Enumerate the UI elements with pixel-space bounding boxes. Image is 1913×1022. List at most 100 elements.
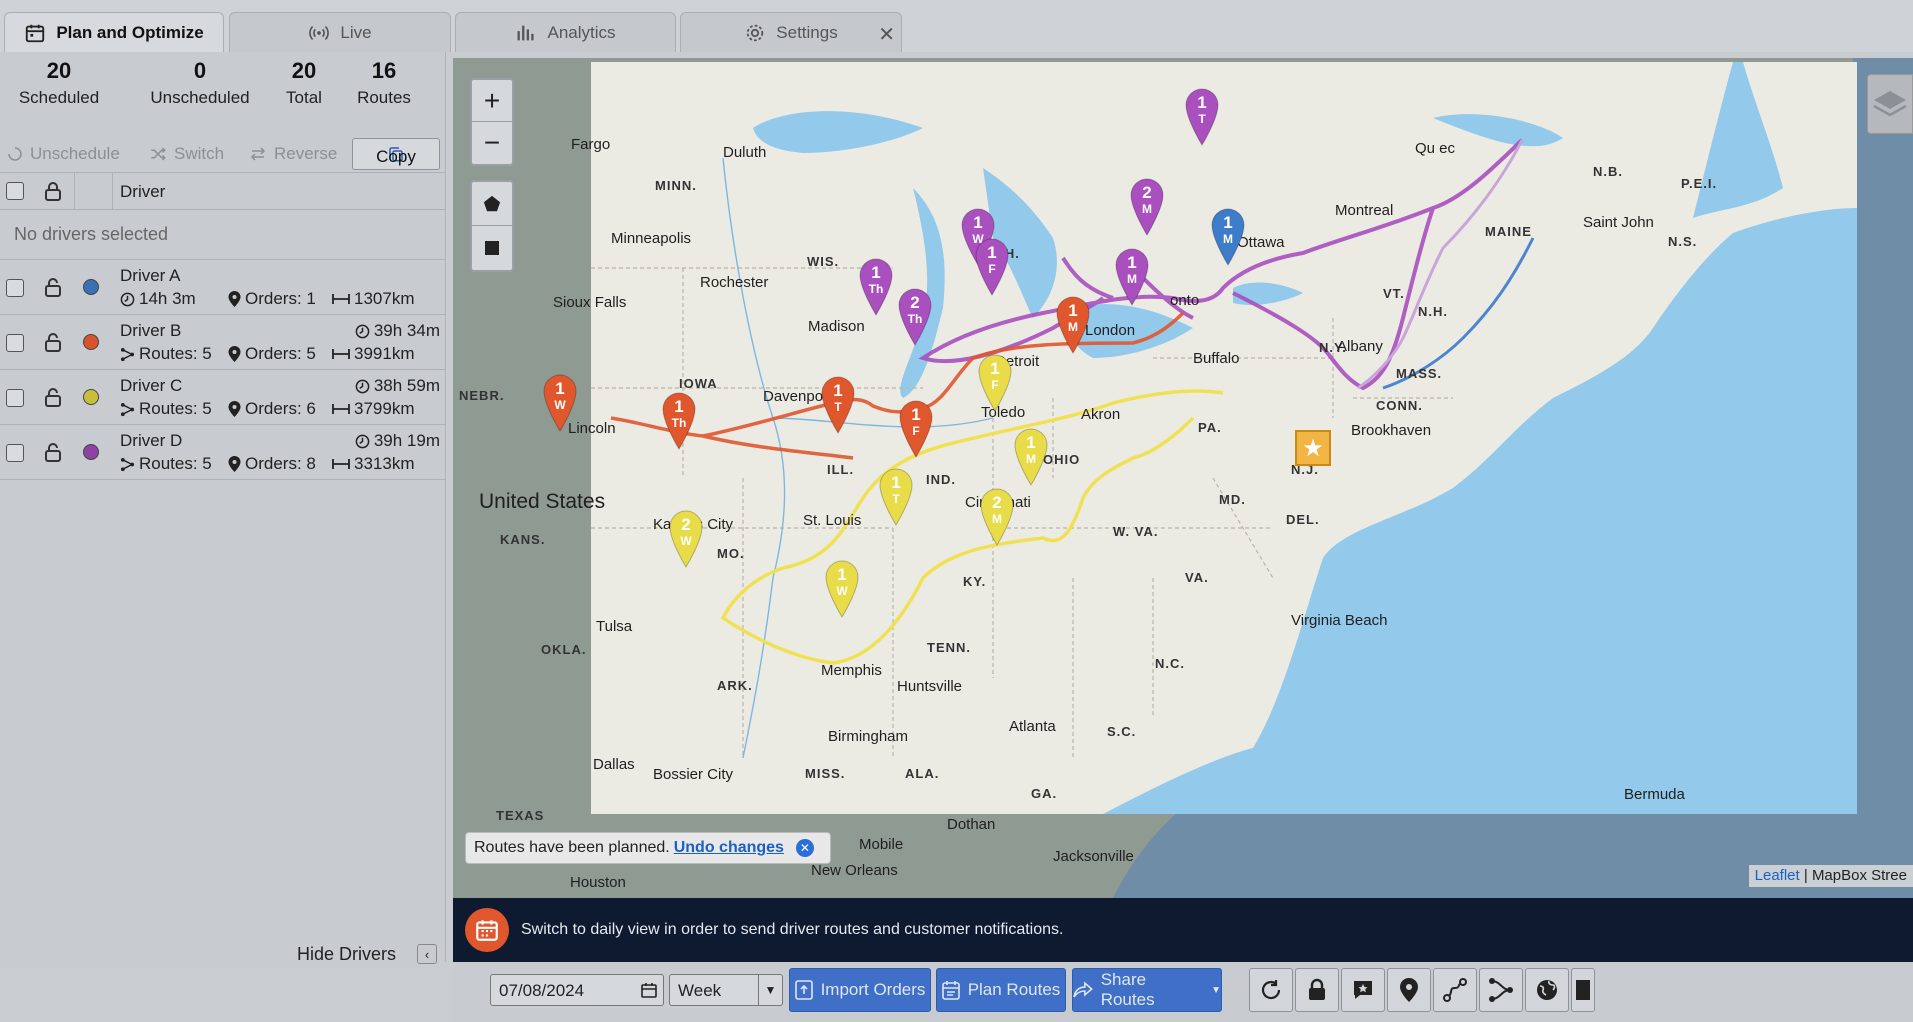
map-view[interactable]: Fargo Duluth MINN. Minneapolis WIS. MICH… bbox=[453, 58, 1913, 898]
lock-button[interactable] bbox=[1295, 968, 1339, 1012]
period-select[interactable]: Week ▼ bbox=[669, 974, 783, 1006]
route-marker[interactable]: 1M bbox=[1211, 208, 1245, 266]
tab-plan-and-optimize[interactable]: Plan and Optimize bbox=[4, 12, 224, 52]
calendar-icon[interactable] bbox=[641, 982, 657, 998]
unlock-icon[interactable] bbox=[45, 442, 61, 462]
refresh-button[interactable] bbox=[1249, 968, 1293, 1012]
close-icon[interactable]: ✕ bbox=[795, 839, 814, 857]
route-button[interactable] bbox=[1433, 968, 1477, 1012]
state-label: OKLA. bbox=[541, 642, 587, 657]
route-marker[interactable]: 1W bbox=[543, 374, 577, 432]
unschedule-label: Unschedule bbox=[30, 144, 120, 163]
driver-color-dot[interactable] bbox=[83, 279, 99, 295]
map-pin-icon bbox=[1400, 978, 1418, 1002]
stat-routes: 16 Routes bbox=[348, 58, 420, 108]
zoom-out-button[interactable]: − bbox=[472, 122, 512, 164]
driver-checkbox[interactable] bbox=[6, 389, 24, 407]
depot-star-icon[interactable]: ★ bbox=[1295, 430, 1331, 466]
reverse-button[interactable]: Reverse bbox=[248, 144, 337, 164]
route-marker[interactable]: 1F bbox=[975, 238, 1009, 296]
route-marker[interactable]: 1M bbox=[1115, 248, 1149, 306]
globe-button[interactable] bbox=[1525, 968, 1569, 1012]
close-icon[interactable]: ✕ bbox=[878, 22, 895, 47]
city-label: Rochester bbox=[700, 274, 769, 291]
state-label: CONN. bbox=[1376, 398, 1423, 413]
date-field[interactable]: 07/08/2024 bbox=[490, 974, 664, 1006]
state-label: N.H. bbox=[1418, 304, 1448, 319]
driver-row-c[interactable]: Driver C 38h 59m Routes: 5 Orders: 6 379… bbox=[0, 370, 446, 425]
draw-rectangle-button[interactable] bbox=[472, 226, 512, 270]
stat-value: 20 bbox=[46, 58, 72, 83]
driver-color-dot[interactable] bbox=[83, 334, 99, 350]
orders-value: Orders: 6 bbox=[245, 399, 316, 418]
caret-down-icon: ▼ bbox=[1211, 984, 1221, 996]
route-marker[interactable]: 1T bbox=[821, 376, 855, 434]
route-marker[interactable]: 2M bbox=[1130, 178, 1164, 236]
city-label: onto bbox=[1170, 292, 1200, 309]
route-marker[interactable]: 1F bbox=[899, 400, 933, 458]
driver-row-b[interactable]: Driver B 39h 34m Routes: 5 Orders: 5 399… bbox=[0, 315, 446, 370]
driver-checkbox[interactable] bbox=[6, 444, 24, 462]
lock-icon[interactable] bbox=[45, 181, 61, 201]
date-value: 07/08/2024 bbox=[499, 981, 585, 1000]
locations-button[interactable] bbox=[1387, 968, 1431, 1012]
panel-toggle-button[interactable] bbox=[1571, 968, 1595, 1012]
driver-checkbox[interactable] bbox=[6, 334, 24, 352]
state-label: KY. bbox=[963, 574, 987, 589]
distance-icon bbox=[332, 349, 350, 359]
unlock-icon[interactable] bbox=[45, 277, 61, 297]
tab-settings[interactable]: Settings ✕ bbox=[680, 12, 902, 52]
route-marker[interactable]: 1F bbox=[978, 354, 1012, 412]
unlock-icon[interactable] bbox=[45, 387, 61, 407]
chevron-left-icon[interactable]: ‹ bbox=[417, 944, 437, 964]
driver-color-dot[interactable] bbox=[83, 444, 99, 460]
tab-analytics[interactable]: Analytics bbox=[455, 12, 676, 52]
hide-drivers-label[interactable]: Hide Drivers bbox=[297, 944, 396, 965]
notes-button[interactable] bbox=[1341, 968, 1385, 1012]
route-marker[interactable]: 1 Th bbox=[662, 392, 696, 450]
unschedule-button[interactable]: Unschedule bbox=[6, 144, 120, 164]
driver-routes: Routes: 5 bbox=[120, 454, 212, 474]
route-marker[interactable]: 1 Th bbox=[859, 258, 893, 316]
share-routes-button[interactable]: Share Routes ▼ bbox=[1072, 968, 1222, 1012]
route-marker[interactable]: 1W bbox=[825, 560, 859, 618]
select-all-checkbox[interactable] bbox=[6, 182, 24, 200]
leaflet-link[interactable]: Leaflet bbox=[1755, 867, 1800, 884]
route-marker[interactable]: 1T bbox=[879, 468, 913, 526]
zoom-in-button[interactable]: + bbox=[472, 80, 512, 122]
route-marker[interactable]: 2W bbox=[669, 510, 703, 568]
draw-polygon-button[interactable] bbox=[472, 182, 512, 226]
switch-button[interactable]: Switch bbox=[148, 144, 224, 164]
state-label: ARK. bbox=[717, 678, 753, 693]
tab-label: Plan and Optimize bbox=[56, 22, 204, 42]
marker-day: M bbox=[1223, 232, 1233, 246]
tab-live[interactable]: Live bbox=[229, 12, 451, 52]
driver-checkbox[interactable] bbox=[6, 279, 24, 297]
clock-icon bbox=[355, 324, 370, 338]
route-marker[interactable]: 1M bbox=[1014, 428, 1048, 486]
city-label: New Orleans bbox=[811, 862, 898, 879]
import-orders-button[interactable]: Import Orders bbox=[789, 968, 931, 1012]
stat-value: 20 bbox=[291, 58, 317, 83]
driver-color-dot[interactable] bbox=[83, 389, 99, 405]
copy-button[interactable]: Copy bbox=[352, 138, 440, 170]
route-marker[interactable]: 1M bbox=[1056, 296, 1090, 354]
driver-row-d[interactable]: Driver D 39h 19m Routes: 5 Orders: 8 331… bbox=[0, 425, 446, 480]
marker-number: 1 bbox=[990, 359, 1000, 378]
unlock-icon[interactable] bbox=[45, 332, 61, 352]
city-label: Memphis bbox=[821, 662, 882, 679]
state-label: OHIO bbox=[1043, 452, 1081, 467]
optimize-button[interactable] bbox=[1479, 968, 1523, 1012]
driver-orders: Orders: 5 bbox=[228, 344, 316, 364]
plan-routes-button[interactable]: Plan Routes bbox=[936, 968, 1066, 1012]
route-marker[interactable]: 2M bbox=[980, 488, 1014, 546]
driver-column-header[interactable]: Driver bbox=[120, 182, 165, 202]
layers-button[interactable] bbox=[1867, 74, 1913, 134]
driver-row-a[interactable]: Driver A 14h 3m Orders: 1 1307km bbox=[0, 260, 446, 315]
undo-changes-link[interactable]: Undo changes bbox=[674, 839, 784, 857]
state-label: MD. bbox=[1219, 492, 1246, 507]
route-marker[interactable]: 1T bbox=[1185, 88, 1219, 146]
routes-value: Routes: 5 bbox=[139, 454, 212, 473]
route-marker[interactable]: 2 Th bbox=[898, 288, 932, 346]
marker-day: M bbox=[1127, 272, 1137, 286]
